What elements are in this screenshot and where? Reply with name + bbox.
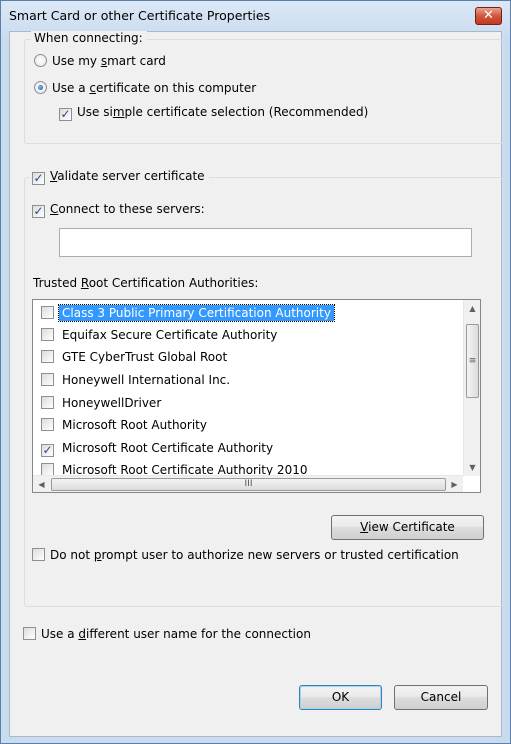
horizontal-scrollbar[interactable]: ◀ III ▶	[33, 475, 463, 492]
list-item[interactable]: Honeywell International Inc.	[41, 370, 233, 390]
no-prompt-label: Do not prompt user to authorize new serv…	[50, 548, 459, 562]
vertical-scrollbar[interactable]: ▲ ≡ ▼	[463, 300, 480, 476]
connect-servers-checkbox[interactable]: ✓ Connect to these servers:	[32, 202, 205, 218]
connect-servers-label: Connect to these servers:	[50, 202, 205, 216]
radio-unselected[interactable]	[34, 54, 47, 67]
list-item[interactable]: Microsoft Root Authority	[41, 415, 210, 435]
simple-selection-label: Use simple certificate selection (Recomm…	[77, 105, 369, 119]
use-certificate-radio[interactable]: Use a certificate on this computer	[34, 81, 256, 95]
trusted-root-list[interactable]: Class 3 Public Primary Certification Aut…	[32, 299, 481, 493]
authority-name: HoneywellDriver	[62, 396, 162, 410]
scroll-down-icon[interactable]: ▼	[464, 459, 481, 476]
validate-server-group: ✓ Validate server certificate ✓ Connect to…	[24, 169, 503, 607]
check-icon[interactable]: ✓	[41, 444, 54, 457]
checkbox[interactable]	[23, 627, 36, 640]
horizontal-scroll-thumb[interactable]: III	[51, 478, 446, 491]
checkbox[interactable]	[32, 548, 45, 561]
scroll-up-icon[interactable]: ▲	[464, 300, 481, 317]
check-icon[interactable]: ✓	[32, 205, 45, 218]
grip-icon: III	[244, 479, 253, 489]
use-smart-card-label: Use my smart card	[52, 54, 166, 68]
dialog-client-area: When connecting: Use my smart card Use a…	[9, 31, 503, 737]
validate-server-checkbox[interactable]: ✓ Validate server certificate	[29, 169, 209, 185]
title-bar[interactable]: Smart Card or other Certificate Properti…	[1, 1, 510, 31]
window-title: Smart Card or other Certificate Properti…	[9, 8, 271, 23]
list-item[interactable]: ✓ Microsoft Root Certificate Authority	[41, 438, 276, 458]
checkbox[interactable]	[41, 396, 54, 409]
servers-input[interactable]	[59, 228, 472, 257]
authority-name: Microsoft Root Certificate Authority	[62, 441, 274, 455]
list-item[interactable]: HoneywellDriver	[41, 393, 164, 413]
checkbox[interactable]	[41, 373, 54, 386]
scroll-left-icon[interactable]: ◀	[33, 476, 50, 493]
validate-server-label: Validate server certificate	[50, 169, 205, 183]
authority-name: Microsoft Root Authority	[62, 418, 207, 432]
use-smart-card-radio[interactable]: Use my smart card	[34, 54, 166, 68]
checkbox[interactable]	[41, 306, 54, 319]
list-item[interactable]: GTE CyberTrust Global Root	[41, 347, 230, 367]
authority-name: Class 3 Public Primary Certification Aut…	[58, 304, 335, 322]
different-user-label: Use a different user name for the connec…	[41, 627, 311, 641]
view-certificate-button[interactable]: View Certificate	[331, 515, 484, 540]
checkbox[interactable]	[41, 328, 54, 341]
check-icon[interactable]: ✓	[32, 172, 45, 185]
list-item[interactable]: Equifax Secure Certificate Authority	[41, 325, 280, 345]
authority-name: Honeywell International Inc.	[62, 373, 231, 387]
use-certificate-label: Use a certificate on this computer	[52, 81, 257, 95]
radio-selected[interactable]	[34, 81, 47, 94]
list-item[interactable]: Class 3 Public Primary Certification Aut…	[41, 303, 335, 323]
simple-selection-checkbox[interactable]: ✓ Use simple certificate selection (Recom…	[59, 105, 368, 121]
scroll-right-icon[interactable]: ▶	[446, 476, 463, 493]
check-icon[interactable]: ✓	[59, 108, 72, 121]
checkbox[interactable]	[41, 350, 54, 363]
vertical-scroll-thumb[interactable]: ≡	[466, 324, 479, 398]
when-connecting-legend: When connecting:	[31, 31, 147, 45]
close-icon: ✕	[483, 8, 494, 23]
authority-name: Equifax Secure Certificate Authority	[62, 328, 278, 342]
checkbox[interactable]	[41, 418, 54, 431]
ok-button[interactable]: OK	[299, 685, 382, 710]
trusted-root-label: Trusted Root Certification Authorities:	[33, 276, 259, 290]
authority-name: GTE CyberTrust Global Root	[62, 350, 228, 364]
cancel-button[interactable]: Cancel	[394, 685, 488, 710]
different-user-checkbox[interactable]: Use a different user name for the connec…	[23, 627, 311, 641]
no-prompt-checkbox[interactable]: Do not prompt user to authorize new serv…	[32, 548, 502, 562]
grip-icon: ≡	[468, 356, 477, 366]
close-button[interactable]: ✕	[475, 7, 502, 25]
dialog-window: Smart Card or other Certificate Properti…	[0, 0, 511, 744]
when-connecting-group: When connecting: Use my smart card Use a…	[24, 31, 503, 144]
